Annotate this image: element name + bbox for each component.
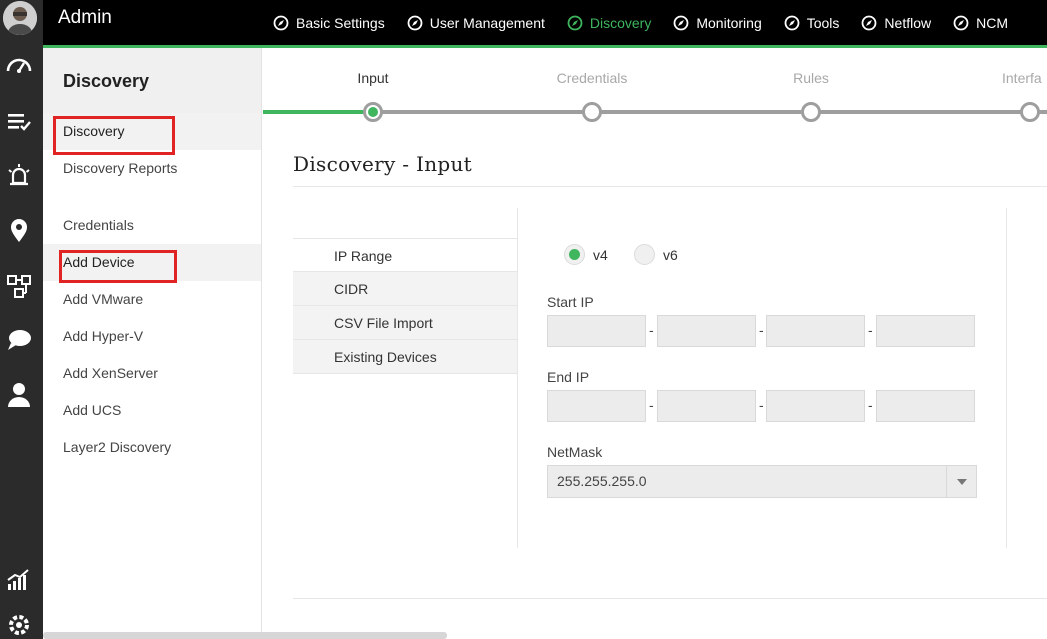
top-nav-item-tools[interactable]: Tools [784, 14, 840, 31]
input-type-csv-file-import[interactable]: CSV File Import [293, 306, 518, 340]
wizard-steps: Input Credentials Rules Interfa [263, 48, 1047, 130]
end-ip-octet-1[interactable] [547, 390, 646, 422]
ip-separator: - [759, 322, 764, 338]
horizontal-scrollbar[interactable] [43, 632, 447, 639]
start-ip-label: Start IP [547, 294, 594, 310]
input-type-ip-range[interactable]: IP Range [293, 238, 518, 272]
step-label-credentials[interactable]: Credentials [557, 70, 628, 86]
start-ip-octet-4[interactable] [876, 315, 975, 347]
end-ip-label: End IP [547, 369, 590, 385]
top-nav-item-discovery[interactable]: Discovery [567, 15, 651, 31]
ip-separator: - [649, 322, 654, 338]
radio-circle-v4[interactable] [564, 244, 585, 265]
sidebar-item-discovery[interactable]: Discovery [43, 113, 261, 150]
top-nav: Basic Settings User Management Discovery Mo… [273, 0, 1030, 45]
workflow-icon[interactable] [5, 272, 33, 300]
sidebar-item-layer2-discovery[interactable]: Layer2 Discovery [43, 429, 261, 466]
location-icon[interactable] [5, 216, 33, 244]
avatar[interactable] [3, 1, 37, 35]
end-ip-octet-2[interactable] [657, 390, 756, 422]
top-nav-item-basic-settings[interactable]: Basic Settings [273, 15, 385, 31]
radio-circle-v6[interactable] [634, 244, 655, 265]
app-title: Admin [58, 7, 112, 28]
content-bottom-divider [293, 598, 1047, 599]
settings-icon[interactable] [5, 611, 33, 639]
top-nav-item-netflow[interactable]: Netflow [861, 15, 931, 31]
ip-version-v4-radio[interactable]: v4 [564, 244, 608, 265]
top-nav-label: NCM [976, 14, 1008, 31]
sidebar-item-add-ucs[interactable]: Add UCS [43, 392, 261, 429]
sidebar-item-add-device[interactable]: Add Device [43, 244, 261, 281]
top-nav-item-user-management[interactable]: User Management [407, 15, 545, 31]
sidebar-title: Discovery [43, 48, 261, 113]
wizard-track-progress [263, 110, 373, 114]
secondary-sidebar: Discovery Discovery Discovery Reports Cr… [43, 48, 262, 639]
user-icon[interactable] [5, 380, 33, 408]
end-ip-octet-4[interactable] [876, 390, 975, 422]
sidebar-item-add-hyper-v[interactable]: Add Hyper-V [43, 318, 261, 355]
top-nav-label: User Management [429, 14, 545, 31]
icon-rail [0, 0, 43, 639]
compass-icon [953, 15, 969, 30]
top-nav-label: Discovery [589, 14, 652, 31]
step-dot-credentials[interactable] [582, 102, 602, 122]
ip-version-v6-label: v6 [663, 246, 678, 263]
sidebar-item-add-vmware[interactable]: Add VMware [43, 281, 261, 318]
step-dot-interfaces[interactable] [1020, 102, 1040, 122]
top-nav-item-monitoring[interactable]: Monitoring [673, 14, 762, 31]
input-type-tabs: IP Range CIDR CSV File Import Existing D… [293, 238, 518, 374]
app-root: Admin Basic Settings User Management Disco… [0, 0, 1047, 639]
end-ip-octet-3[interactable] [766, 390, 865, 422]
sidebar-item-add-xenserver[interactable]: Add XenServer [43, 355, 261, 392]
top-nav-label: Basic Settings [296, 14, 385, 31]
compass-icon [567, 15, 583, 30]
compass-icon [673, 15, 689, 30]
alarms-icon[interactable] [5, 162, 33, 190]
start-ip-octet-3[interactable] [766, 315, 865, 347]
compass-icon [407, 15, 423, 30]
ip-separator: - [759, 397, 764, 413]
top-nav-label: Netflow [884, 14, 932, 31]
reports-icon[interactable] [5, 566, 33, 594]
ip-separator: - [649, 397, 654, 413]
compass-icon [784, 15, 800, 30]
compass-icon [273, 15, 289, 30]
start-ip-octet-1[interactable] [547, 315, 646, 347]
ip-separator: - [868, 397, 873, 413]
chevron-down-icon[interactable] [946, 466, 976, 497]
top-nav-label: Monitoring [696, 14, 762, 31]
dashboard-icon[interactable] [5, 52, 33, 80]
step-dot-input[interactable] [363, 102, 383, 122]
top-header: Admin Basic Settings User Management Disco… [43, 0, 1047, 45]
sidebar-item-discovery-reports[interactable]: Discovery Reports [43, 150, 261, 187]
netmask-value: 255.255.255.0 [557, 473, 647, 489]
top-nav-item-ncm[interactable]: NCM [953, 15, 1008, 31]
input-type-existing-devices[interactable]: Existing Devices [293, 340, 518, 374]
step-label-rules[interactable]: Rules [793, 70, 829, 86]
form-panel-left-border [517, 208, 518, 548]
netmask-select[interactable]: 255.255.255.0 [547, 465, 977, 498]
form-panel-right-border [1006, 208, 1007, 548]
sidebar-item-credentials[interactable]: Credentials [43, 207, 261, 244]
input-type-cidr[interactable]: CIDR [293, 272, 518, 306]
chat-icon[interactable] [5, 326, 33, 354]
ip-separator: - [868, 322, 873, 338]
title-divider [293, 186, 1047, 187]
step-label-input[interactable]: Input [357, 70, 388, 86]
start-ip-octet-2[interactable] [657, 315, 756, 347]
page-title: Discovery - Input [293, 152, 473, 176]
step-label-interfaces[interactable]: Interfa [1002, 70, 1042, 86]
compass-icon [862, 15, 877, 30]
inventory-icon[interactable] [5, 108, 33, 136]
top-nav-label: Tools [806, 14, 840, 31]
ip-version-v4-label: v4 [593, 246, 608, 263]
step-dot-rules[interactable] [801, 102, 821, 122]
netmask-label: NetMask [547, 444, 603, 460]
ip-version-v6-radio[interactable]: v6 [634, 244, 678, 265]
